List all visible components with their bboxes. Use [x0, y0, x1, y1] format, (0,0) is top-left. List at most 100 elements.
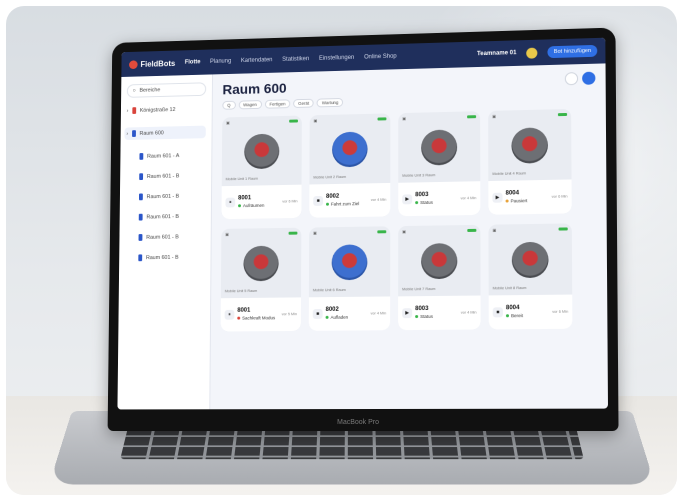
sidebar-item-raum[interactable]: Raum 601 - A: [139, 152, 205, 160]
filter-chip[interactable]: Fertigen: [264, 99, 291, 109]
last-update: vor 6 Min: [551, 194, 568, 199]
robot-status: Aufladen: [330, 314, 349, 320]
robot-status: Pausiert: [510, 198, 528, 204]
sidebar: ○ Bereiche › Königstraße 12 › Raum 600 R…: [117, 74, 213, 410]
avatar[interactable]: [526, 47, 538, 59]
room-icon: [138, 193, 143, 201]
sidebar-item-koenigstrasse[interactable]: › Königstraße 12: [127, 105, 206, 114]
robot-card-footer: ■ 8002 Aufladen vor 4 Min: [308, 296, 391, 331]
sidebar-item-raum[interactable]: Raum 601 - B: [138, 254, 204, 262]
robot-card-footer: ■ 8002 Fahrt zum Ziel vor 4 Min: [309, 182, 391, 218]
robot-card-footer: ▶ 8004 Pausiert vor 6 Min: [488, 179, 572, 215]
team-selector[interactable]: Teamname 01: [477, 50, 516, 57]
robot-mini-icon: ▣: [313, 230, 317, 236]
robot-id: 8001: [237, 307, 251, 314]
nav-item-flotte[interactable]: Flotte: [185, 59, 201, 65]
sidebar-item-raum[interactable]: Raum 601 - B: [138, 213, 205, 221]
play-pause-button[interactable]: ▶: [492, 192, 503, 203]
nav-item-planung[interactable]: Planung: [210, 59, 231, 65]
photo-background: FieldBots Flotte Planung Kartendaten Sta…: [6, 6, 677, 495]
battery-indicator: [289, 119, 298, 124]
battery-icon: [377, 230, 387, 234]
room-icon: [139, 153, 144, 160]
circle-icon: ○: [132, 88, 136, 94]
nav-item-shop[interactable]: Online Shop: [364, 54, 397, 61]
main-nav: Flotte Planung Kartendaten Statistiken E…: [185, 54, 397, 66]
last-update: vor 6 Min: [282, 199, 298, 204]
laptop-brand-label: MacBook Pro: [337, 418, 380, 427]
last-update: vor 5 Min: [281, 312, 298, 317]
play-pause-button[interactable]: ■: [313, 195, 324, 206]
robot-mini-icon: ▣: [402, 228, 406, 234]
robot-status: Status: [420, 199, 433, 206]
room-icon: [139, 173, 144, 181]
nav-item-kartendaten[interactable]: Kartendaten: [241, 57, 273, 64]
battery-icon: [288, 231, 298, 235]
robot-card[interactable]: ▣ Mobile Unit 6 Raum ■ 8002 Aufladen vor…: [308, 226, 391, 331]
battery-icon: [467, 228, 477, 232]
robot-location: Mobile Unit 2 Raum: [313, 174, 347, 180]
robot-mini-icon: ▣: [225, 231, 229, 237]
filter-chip[interactable]: Wartung: [316, 97, 344, 108]
robot-id: 8001: [238, 195, 252, 202]
sidebar-item-label: Raum 601 - B: [146, 193, 180, 200]
battery-indicator: [467, 114, 477, 119]
filter-chip[interactable]: Q: [222, 100, 236, 110]
battery-icon: [289, 119, 298, 123]
robot-card[interactable]: ▣ Mobile Unit 8 Raum ■ 8004 Bereit vor 6…: [488, 223, 573, 330]
battery-icon: [377, 117, 387, 121]
play-pause-button[interactable]: ⏸: [225, 197, 236, 208]
areas-button[interactable]: ○ Bereiche: [126, 82, 207, 98]
play-pause-button[interactable]: ▶: [402, 194, 413, 205]
sidebar-item-raum[interactable]: Raum 601 - B: [138, 192, 205, 201]
play-pause-button[interactable]: ■: [492, 307, 503, 318]
filter-icon[interactable]: [564, 72, 579, 86]
robot-mini-icon: ▣: [313, 118, 318, 124]
last-update: vor 4 Min: [370, 311, 387, 316]
nav-item-statistiken[interactable]: Statistiken: [282, 56, 309, 63]
status-dot-icon: [505, 314, 510, 318]
nav-item-einstellungen[interactable]: Einstellungen: [319, 55, 354, 62]
filter-chip[interactable]: Gerät: [293, 98, 315, 108]
robot-image: [243, 245, 279, 282]
robot-image: [421, 129, 458, 166]
status-dot-icon: [237, 317, 241, 321]
sidebar-item-raum-600[interactable]: › Raum 600: [124, 125, 206, 141]
battery-indicator: [377, 116, 387, 121]
sidebar-item-label: Raum 601 - B: [146, 233, 179, 241]
play-pause-button[interactable]: ■: [312, 308, 323, 319]
status-dot-icon: [415, 315, 419, 319]
battery-icon: [467, 115, 477, 119]
play-pause-button[interactable]: ▶: [402, 308, 413, 319]
robot-image: [244, 133, 280, 170]
add-bot-button[interactable]: Bot hinzufügen: [547, 44, 598, 59]
sidebar-item-raum[interactable]: Raum 601 - B: [139, 172, 205, 181]
sidebar-item-label: Raum 601 - B: [145, 254, 179, 261]
status-dot-icon: [325, 316, 329, 320]
robot-location: Mobile Unit 6 Raum: [312, 288, 346, 293]
sidebar-item-label: Raum 601 - B: [146, 172, 180, 180]
filter-chip[interactable]: Wagen: [238, 100, 262, 110]
last-update: vor 4 Min: [460, 196, 477, 201]
app-logo[interactable]: FieldBots: [129, 59, 175, 69]
robot-card[interactable]: ▣ Mobile Unit 5 Raum ⏸ 8001 Sachkraft Mo…: [220, 227, 302, 332]
robot-card[interactable]: ▣ Mobile Unit 2 Raum ■ 8002 Fahrt zum Zi…: [309, 113, 391, 218]
brand-name: FieldBots: [140, 58, 176, 69]
robot-location: Mobile Unit 8 Raum: [492, 286, 527, 291]
robot-card[interactable]: ▣ Mobile Unit 3 Raum ▶ 8003 Status vor 4…: [398, 111, 481, 217]
play-pause-button[interactable]: ⏸: [224, 309, 235, 320]
robot-image: [421, 243, 458, 280]
chevron-icon: ›: [126, 107, 129, 114]
status-dot-icon: [415, 201, 419, 205]
robot-card[interactable]: ▣ Mobile Unit 4 Raum ▶ 8004 Pausiert vor…: [488, 108, 572, 215]
robot-status: Status: [420, 313, 433, 319]
battery-icon: [558, 227, 568, 231]
robot-status: Sachkraft Modus: [242, 315, 276, 321]
location-icon: [132, 107, 137, 114]
robot-card[interactable]: ▣ Mobile Unit 7 Raum ▶ 8003 Status vor 4…: [398, 224, 481, 331]
robot-card[interactable]: ▣ Mobile Unit 1 Raum ⏸ 8001 Aufräumen vo…: [221, 115, 302, 220]
robot-id: 8002: [325, 307, 339, 314]
sidebar-item-raum[interactable]: Raum 601 - B: [138, 233, 205, 241]
robot-location: Mobile Unit 3 Raum: [402, 173, 436, 178]
settings-icon[interactable]: [582, 71, 596, 85]
